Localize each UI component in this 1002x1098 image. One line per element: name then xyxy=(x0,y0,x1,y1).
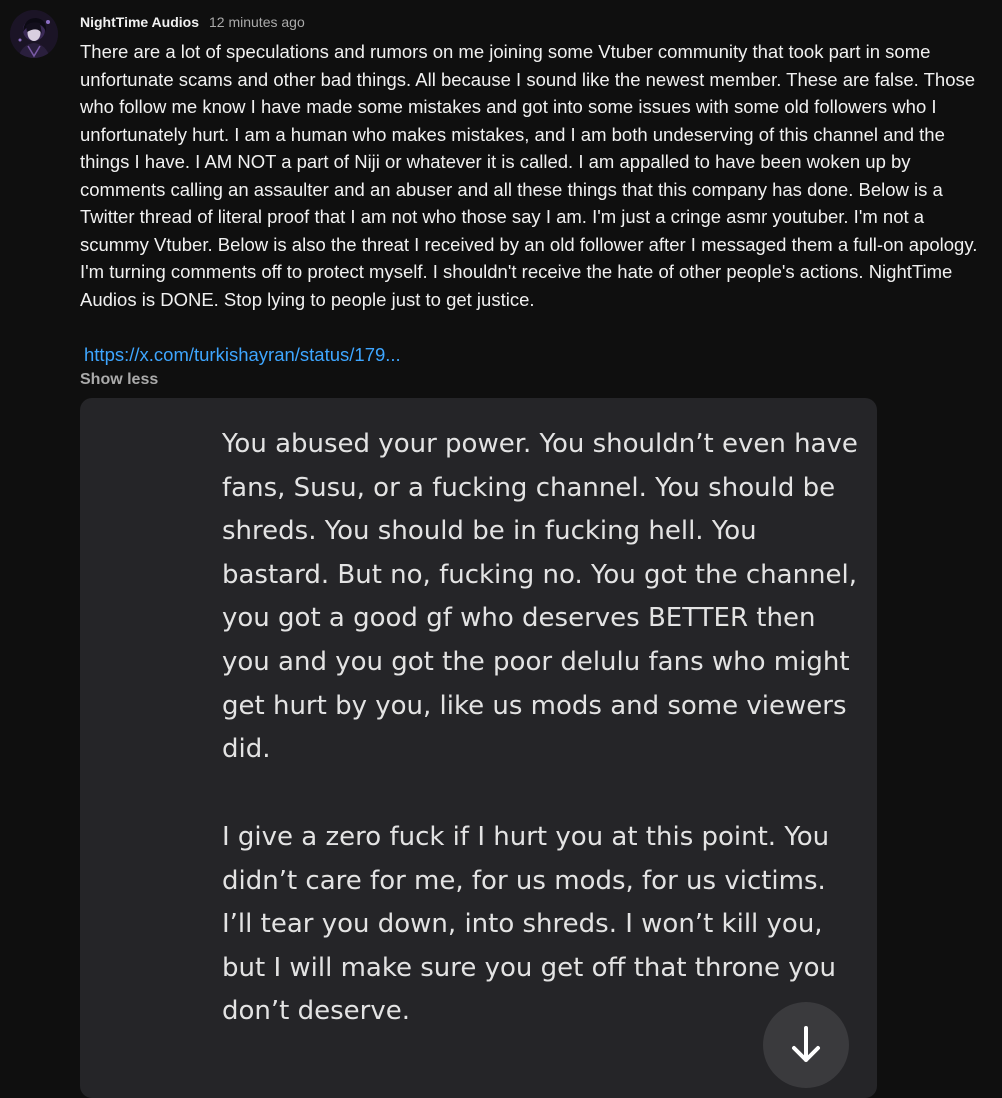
post-text: There are a lot of speculations and rumo… xyxy=(80,41,978,310)
channel-avatar[interactable] xyxy=(10,10,58,58)
post-header: NightTime Audios 12 minutes ago xyxy=(80,13,305,31)
community-post: NightTime Audios 12 minutes ago There ar… xyxy=(0,0,1002,1098)
scroll-down-button[interactable] xyxy=(763,1002,849,1088)
show-less-button[interactable]: Show less xyxy=(80,371,158,389)
attachment-paragraph: You abused your power. You shouldn’t eve… xyxy=(222,429,858,765)
image-attachment[interactable]: You abused your power. You shouldn’t eve… xyxy=(80,398,877,1098)
author-name[interactable]: NightTime Audios xyxy=(80,14,199,30)
arrow-down-icon xyxy=(792,1026,820,1062)
avatar-image xyxy=(10,10,58,58)
post-timestamp[interactable]: 12 minutes ago xyxy=(209,14,305,30)
post-link-line: https://x.com/turkishayran/status/179... xyxy=(84,342,401,368)
twitter-thread-link[interactable]: https://x.com/turkishayran/status/179... xyxy=(84,344,401,365)
